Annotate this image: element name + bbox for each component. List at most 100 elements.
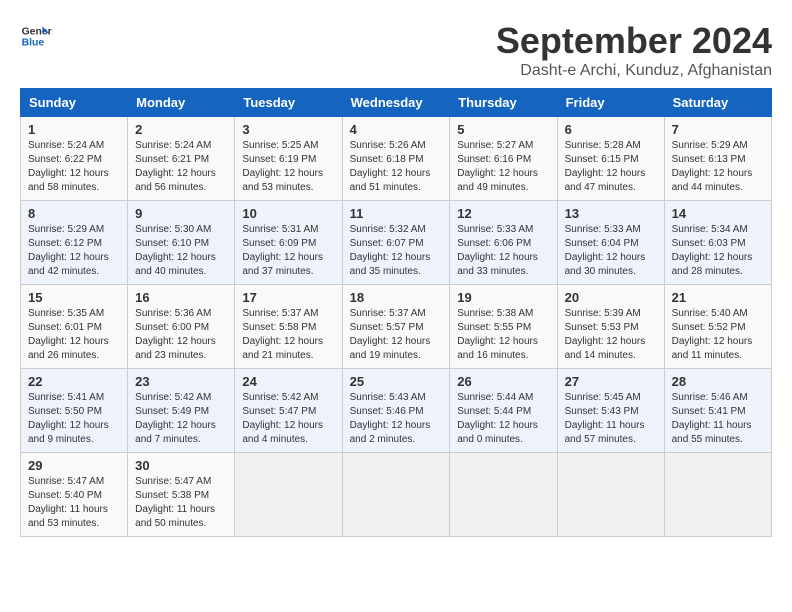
col-friday: Friday [557,89,664,117]
day-cell: 22 Sunrise: 5:41 AMSunset: 5:50 PMDayligh… [21,369,128,453]
day-number: 27 [565,374,657,389]
day-info: Sunrise: 5:41 AMSunset: 5:50 PMDaylight:… [28,391,120,447]
day-number: 30 [135,458,227,473]
week-row-3: 15 Sunrise: 5:35 AMSunset: 6:01 PMDayligh… [21,285,772,369]
svg-text:Blue: Blue [22,38,45,49]
day-info: Sunrise: 5:39 AMSunset: 5:53 PMDaylight:… [565,307,657,363]
day-number: 24 [242,374,334,389]
day-number: 17 [242,290,334,305]
day-cell: 20 Sunrise: 5:39 AMSunset: 5:53 PMDayligh… [557,285,664,369]
day-info: Sunrise: 5:47 AMSunset: 5:40 PMDaylight:… [28,475,120,531]
day-cell: 23 Sunrise: 5:42 AMSunset: 5:49 PMDayligh… [128,369,235,453]
day-info: Sunrise: 5:29 AMSunset: 6:13 PMDaylight:… [672,139,764,195]
day-cell: 21 Sunrise: 5:40 AMSunset: 5:52 PMDayligh… [664,285,771,369]
day-cell: 14 Sunrise: 5:34 AMSunset: 6:03 PMDayligh… [664,201,771,285]
day-info: Sunrise: 5:24 AMSunset: 6:22 PMDaylight:… [28,139,120,195]
day-cell [342,453,450,537]
day-cell: 26Sunrise: 5:44 AMSunset: 5:44 PMDayligh… [450,369,557,453]
day-cell: 24Sunrise: 5:42 AMSunset: 5:47 PMDayligh… [235,369,342,453]
day-cell [450,453,557,537]
header-row: Sunday Monday Tuesday Wednesday Thursday… [21,89,772,117]
day-cell: 25 Sunrise: 5:43 AMSunset: 5:46 PMDayligh… [342,369,450,453]
day-number: 8 [28,206,120,221]
day-info: Sunrise: 5:24 AMSunset: 6:21 PMDaylight:… [135,139,227,195]
title-block: September 2024 Dasht-e Archi, Kunduz, Af… [496,20,772,80]
page-header: General Blue September 2024 Dasht-e Arch… [20,20,772,80]
day-number: 20 [565,290,657,305]
week-row-5: 29Sunrise: 5:47 AMSunset: 5:40 PMDayligh… [21,453,772,537]
col-thursday: Thursday [450,89,557,117]
day-info: Sunrise: 5:45 AMSunset: 5:43 PMDaylight:… [565,391,657,447]
week-row-2: 8 Sunrise: 5:29 AMSunset: 6:12 PMDaylight… [21,201,772,285]
day-number: 1 [28,122,120,137]
day-info: Sunrise: 5:35 AMSunset: 6:01 PMDaylight:… [28,307,120,363]
day-number: 13 [565,206,657,221]
day-number: 5 [457,122,549,137]
week-row-4: 22 Sunrise: 5:41 AMSunset: 5:50 PMDayligh… [21,369,772,453]
day-info: Sunrise: 5:43 AMSunset: 5:46 PMDaylight:… [350,391,443,447]
day-cell: 18Sunrise: 5:37 AMSunset: 5:57 PMDayligh… [342,285,450,369]
day-number: 12 [457,206,549,221]
day-info: Sunrise: 5:32 AMSunset: 6:07 PMDaylight:… [350,223,443,279]
day-cell: 28Sunrise: 5:46 AMSunset: 5:41 PMDayligh… [664,369,771,453]
day-cell: 17 Sunrise: 5:37 AMSunset: 5:58 PMDayligh… [235,285,342,369]
day-cell: 10 Sunrise: 5:31 AMSunset: 6:09 PMDayligh… [235,201,342,285]
col-saturday: Saturday [664,89,771,117]
day-cell: 29Sunrise: 5:47 AMSunset: 5:40 PMDayligh… [21,453,128,537]
day-info: Sunrise: 5:29 AMSunset: 6:12 PMDaylight:… [28,223,120,279]
day-number: 10 [242,206,334,221]
day-info: Sunrise: 5:34 AMSunset: 6:03 PMDaylight:… [672,223,764,279]
day-cell: 3Sunrise: 5:25 AMSunset: 6:19 PMDaylight… [235,117,342,201]
day-info: Sunrise: 5:33 AMSunset: 6:04 PMDaylight:… [565,223,657,279]
day-number: 9 [135,206,227,221]
day-number: 7 [672,122,764,137]
day-cell: 2 Sunrise: 5:24 AMSunset: 6:21 PMDaylight… [128,117,235,201]
day-number: 15 [28,290,120,305]
day-info: Sunrise: 5:25 AMSunset: 6:19 PMDaylight:… [242,139,334,195]
col-sunday: Sunday [21,89,128,117]
day-number: 16 [135,290,227,305]
day-info: Sunrise: 5:26 AMSunset: 6:18 PMDaylight:… [350,139,443,195]
day-cell: 19 Sunrise: 5:38 AMSunset: 5:55 PMDayligh… [450,285,557,369]
day-number: 6 [565,122,657,137]
day-cell [235,453,342,537]
day-info: Sunrise: 5:37 AMSunset: 5:57 PMDaylight:… [350,307,443,363]
day-info: Sunrise: 5:42 AMSunset: 5:49 PMDaylight:… [135,391,227,447]
day-cell: 4Sunrise: 5:26 AMSunset: 6:18 PMDaylight… [342,117,450,201]
day-cell: 15 Sunrise: 5:35 AMSunset: 6:01 PMDayligh… [21,285,128,369]
day-number: 25 [350,374,443,389]
day-cell: 9Sunrise: 5:30 AMSunset: 6:10 PMDaylight… [128,201,235,285]
day-info: Sunrise: 5:38 AMSunset: 5:55 PMDaylight:… [457,307,549,363]
day-cell: 8 Sunrise: 5:29 AMSunset: 6:12 PMDaylight… [21,201,128,285]
day-cell: 1 Sunrise: 5:24 AMSunset: 6:22 PMDaylight… [21,117,128,201]
day-info: Sunrise: 5:33 AMSunset: 6:06 PMDaylight:… [457,223,549,279]
day-cell: 12 Sunrise: 5:33 AMSunset: 6:06 PMDayligh… [450,201,557,285]
day-number: 22 [28,374,120,389]
day-cell: 13 Sunrise: 5:33 AMSunset: 6:04 PMDayligh… [557,201,664,285]
day-info: Sunrise: 5:36 AMSunset: 6:00 PMDaylight:… [135,307,227,363]
day-number: 28 [672,374,764,389]
day-number: 14 [672,206,764,221]
day-info: Sunrise: 5:31 AMSunset: 6:09 PMDaylight:… [242,223,334,279]
day-cell: 11Sunrise: 5:32 AMSunset: 6:07 PMDayligh… [342,201,450,285]
day-info: Sunrise: 5:37 AMSunset: 5:58 PMDaylight:… [242,307,334,363]
day-number: 23 [135,374,227,389]
month-title: September 2024 [496,20,772,62]
day-cell: 5Sunrise: 5:27 AMSunset: 6:16 PMDaylight… [450,117,557,201]
calendar-body: 1 Sunrise: 5:24 AMSunset: 6:22 PMDaylight… [21,117,772,537]
logo-icon: General Blue [20,20,52,52]
day-info: Sunrise: 5:40 AMSunset: 5:52 PMDaylight:… [672,307,764,363]
day-info: Sunrise: 5:44 AMSunset: 5:44 PMDaylight:… [457,391,549,447]
col-wednesday: Wednesday [342,89,450,117]
day-cell: 30Sunrise: 5:47 AMSunset: 5:38 PMDayligh… [128,453,235,537]
day-number: 2 [135,122,227,137]
col-monday: Monday [128,89,235,117]
logo: General Blue [20,20,52,52]
day-cell: 16 Sunrise: 5:36 AMSunset: 6:00 PMDayligh… [128,285,235,369]
week-row-1: 1 Sunrise: 5:24 AMSunset: 6:22 PMDaylight… [21,117,772,201]
day-number: 21 [672,290,764,305]
col-tuesday: Tuesday [235,89,342,117]
calendar-table: Sunday Monday Tuesday Wednesday Thursday… [20,88,772,537]
day-cell: 27 Sunrise: 5:45 AMSunset: 5:43 PMDayligh… [557,369,664,453]
day-number: 19 [457,290,549,305]
